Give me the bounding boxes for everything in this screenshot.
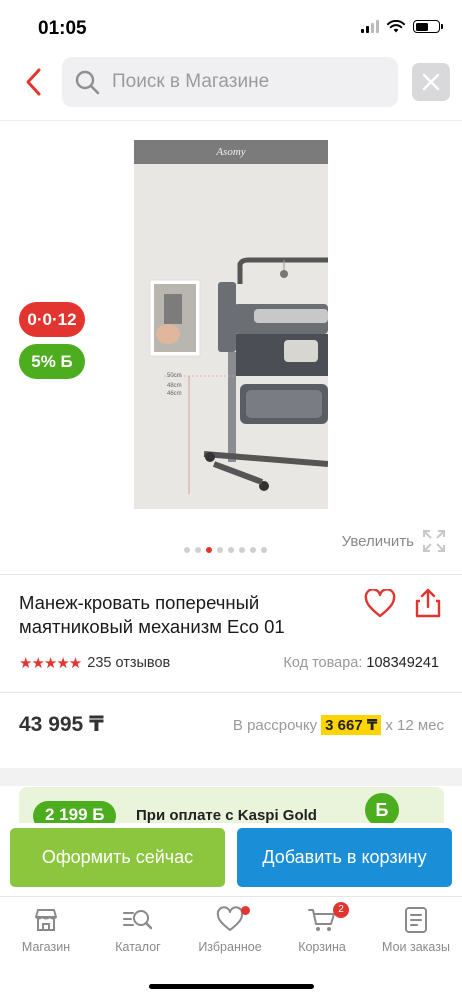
installment-term: x 12 мес: [385, 716, 444, 734]
reviews-link[interactable]: 235 отзывов: [87, 655, 170, 671]
product-code-label: Код товара:: [283, 655, 363, 671]
tab-orders[interactable]: Мои заказы: [370, 897, 462, 967]
expand-icon: [423, 530, 445, 552]
close-icon: [422, 73, 440, 91]
clear-search-button[interactable]: [412, 63, 450, 101]
gallery-dot[interactable]: [217, 547, 223, 553]
promo-text: При оплате с Kaspi Gold: [136, 807, 317, 824]
rating[interactable]: ★★★★★ 235 отзывов: [19, 654, 170, 672]
tab-label: Корзина: [298, 940, 346, 954]
installment-info: В рассрочку 3 667 ₸ x 12 мес: [233, 715, 444, 735]
tab-label: Каталог: [115, 940, 161, 954]
product-image[interactable]: Asomy 50cm 48cm 46cm: [134, 140, 328, 509]
image-scale-label: 48cm: [167, 383, 182, 389]
add-to-cart-button[interactable]: Добавить в корзину: [237, 828, 452, 887]
favorites-notification-dot: [241, 906, 250, 915]
product-title: Манеж-кровать поперечный маятниковый мех…: [19, 592, 285, 637]
tab-label: Мои заказы: [382, 940, 450, 954]
back-arrow-icon[interactable]: [22, 66, 46, 98]
wifi-icon: [387, 20, 405, 33]
battery-icon: [413, 20, 443, 33]
zoom-label: Увеличить: [341, 532, 414, 550]
installment-amount: 3 667 ₸: [321, 715, 382, 735]
rating-stars: ★★★★★: [19, 655, 82, 672]
signal-icon: [361, 20, 379, 33]
tab-cart[interactable]: 2 Корзина: [276, 897, 368, 967]
gallery-dot[interactable]: [184, 547, 190, 553]
section-divider: [0, 574, 462, 575]
tab-label: Магазин: [21, 940, 71, 954]
product-code: Код товара: 108349241: [283, 655, 439, 671]
bonus-coin-icon: Б: [365, 793, 399, 827]
image-scale-label: 46cm: [167, 391, 182, 397]
installment-label: В рассрочку: [232, 716, 318, 734]
search-input[interactable]: Поиск в Магазине: [62, 57, 398, 107]
home-indicator[interactable]: [149, 984, 314, 989]
bonus-badge: 5% Б: [19, 344, 85, 379]
crib-illustration: [149, 257, 328, 494]
header-divider: [0, 120, 462, 121]
image-scale-label: 50cm: [167, 373, 182, 379]
tab-label: Избранное: [198, 940, 262, 954]
catalog-search-icon: [123, 910, 153, 930]
tab-catalog[interactable]: Каталог: [92, 897, 184, 967]
gallery-dot-active[interactable]: [206, 547, 212, 553]
gallery-dot[interactable]: [239, 547, 245, 553]
product-price: 43 995 ₸: [19, 713, 104, 736]
search-icon: [75, 70, 100, 95]
tab-store[interactable]: Магазин: [0, 897, 92, 967]
gallery-dot[interactable]: [261, 547, 267, 553]
status-icons: [361, 20, 443, 33]
share-icon[interactable]: [414, 587, 442, 619]
status-time: 01:05: [38, 18, 87, 39]
section-spacer: [0, 768, 462, 786]
buy-now-button[interactable]: Оформить сейчас: [10, 828, 225, 887]
gallery-pagination[interactable]: [184, 547, 267, 553]
search-placeholder: Поиск в Магазине: [112, 71, 270, 92]
installment-badge: 0·0·12: [19, 302, 85, 337]
heart-icon: [216, 906, 244, 931]
status-bar: 01:05: [0, 0, 462, 52]
gallery-dot[interactable]: [250, 547, 256, 553]
gallery-dot[interactable]: [228, 547, 234, 553]
favorite-heart-icon[interactable]: [364, 589, 396, 619]
image-brand-banner: Asomy: [134, 140, 328, 164]
tab-favorites[interactable]: Избранное: [184, 897, 276, 967]
gallery-dot[interactable]: [195, 547, 201, 553]
product-code-value: 108349241: [366, 655, 439, 671]
cart-count-badge: 2: [333, 902, 349, 918]
action-bar: Оформить сейчас Добавить в корзину: [0, 823, 462, 895]
orders-icon: [405, 907, 427, 933]
store-icon: [35, 909, 57, 931]
section-divider: [0, 692, 462, 693]
zoom-button[interactable]: Увеличить: [342, 529, 446, 553]
